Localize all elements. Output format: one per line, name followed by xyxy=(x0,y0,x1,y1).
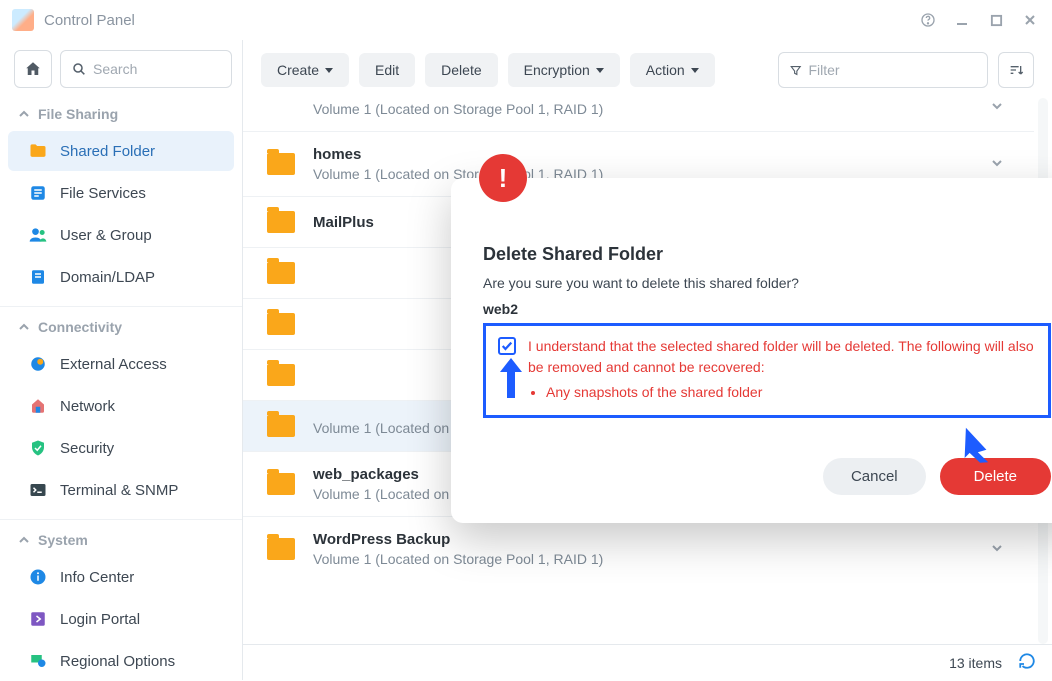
encryption-button[interactable]: Encryption xyxy=(508,53,620,87)
action-button[interactable]: Action xyxy=(630,53,715,87)
login-portal-icon xyxy=(28,609,48,629)
dialog-title: Delete Shared Folder xyxy=(483,244,1051,265)
folder-icon xyxy=(28,141,48,161)
terminal-icon xyxy=(28,480,48,500)
domain-ldap-icon xyxy=(28,267,48,287)
sidebar-item-label: Terminal & SNMP xyxy=(60,482,178,499)
table-row[interactable]: WordPress Backup Volume 1 (Located on Sto… xyxy=(243,516,1034,581)
folder-location: Volume 1 (Located on Storage Pool 1, RAI… xyxy=(313,101,990,117)
sidebar-item-label: Domain/LDAP xyxy=(60,269,155,286)
table-row[interactable]: Volume 1 (Located on Storage Pool 1, RAI… xyxy=(243,98,1034,131)
sidebar-item-shared-folder[interactable]: Shared Folder xyxy=(8,131,234,171)
sidebar-item-external-access[interactable]: External Access xyxy=(8,344,234,384)
chevron-down-icon[interactable] xyxy=(990,541,1004,558)
filter-input[interactable] xyxy=(808,62,977,78)
toolbar: Create Edit Delete Encryption Action xyxy=(243,40,1052,98)
refresh-button[interactable] xyxy=(1018,652,1036,673)
statusbar: 13 items xyxy=(243,644,1052,680)
folder-icon xyxy=(267,473,295,495)
home-icon xyxy=(24,60,42,78)
annotation-arrow-icon xyxy=(954,421,1001,470)
sidebar-item-label: Regional Options xyxy=(60,653,175,670)
sidebar-search-input[interactable] xyxy=(93,61,221,77)
chevron-up-icon xyxy=(18,534,30,546)
sidebar-item-login-portal[interactable]: Login Portal xyxy=(8,599,234,639)
folder-icon xyxy=(267,415,295,437)
sidebar-item-domain-ldap[interactable]: Domain/LDAP xyxy=(8,257,234,297)
file-services-icon xyxy=(28,183,48,203)
folder-location: Volume 1 (Located on Storage Pool 1, RAI… xyxy=(313,551,990,567)
minimize-button[interactable] xyxy=(952,10,972,30)
chevron-up-icon xyxy=(18,108,30,120)
sidebar-item-file-services[interactable]: File Services xyxy=(8,173,234,213)
sidebar-item-network[interactable]: Network xyxy=(8,386,234,426)
delete-button[interactable]: Delete xyxy=(425,53,497,87)
alert-icon: ! xyxy=(479,154,527,202)
network-icon xyxy=(28,396,48,416)
titlebar: Control Panel xyxy=(0,0,1052,40)
help-button[interactable] xyxy=(918,10,938,30)
chevron-down-icon[interactable] xyxy=(990,99,1004,116)
refresh-icon xyxy=(1018,652,1036,670)
folder-icon xyxy=(267,153,295,175)
sidebar-item-regional-options[interactable]: Regional Options xyxy=(8,641,234,681)
confirm-text: I understand that the selected shared fo… xyxy=(528,336,1036,403)
delete-confirm-dialog: ! Delete Shared Folder Are you sure you … xyxy=(451,178,1052,523)
regional-icon xyxy=(28,651,48,671)
folder-icon xyxy=(267,211,295,233)
caret-down-icon xyxy=(325,68,333,73)
info-icon xyxy=(28,567,48,587)
item-count: 13 items xyxy=(949,655,1002,671)
understand-checkbox[interactable] xyxy=(498,337,516,355)
group-file-sharing[interactable]: File Sharing xyxy=(0,98,242,130)
caret-down-icon xyxy=(691,68,699,73)
sidebar-item-label: Info Center xyxy=(60,569,134,586)
sidebar-item-label: Network xyxy=(60,398,115,415)
chevron-up-icon xyxy=(18,321,30,333)
folder-name: homes xyxy=(313,146,990,163)
sidebar-item-user-group[interactable]: User & Group xyxy=(8,215,234,255)
group-connectivity[interactable]: Connectivity xyxy=(0,311,242,343)
maximize-button[interactable] xyxy=(986,10,1006,30)
shield-icon xyxy=(28,438,48,458)
folder-icon xyxy=(267,313,295,335)
dialog-prompt: Are you sure you want to delete this sha… xyxy=(483,275,1051,291)
sidebar-item-label: External Access xyxy=(60,356,167,373)
main-area: Create Edit Delete Encryption Action Vol… xyxy=(243,40,1052,680)
search-icon xyxy=(71,61,87,77)
sort-button[interactable] xyxy=(998,52,1034,88)
folder-icon xyxy=(267,262,295,284)
close-button[interactable] xyxy=(1020,10,1040,30)
folder-icon xyxy=(267,538,295,560)
sidebar-item-label: File Services xyxy=(60,185,146,202)
sidebar-search[interactable] xyxy=(60,50,232,88)
funnel-icon xyxy=(789,63,802,78)
dialog-target: web2 xyxy=(483,301,1051,317)
create-button[interactable]: Create xyxy=(261,53,349,87)
sidebar-item-info-center[interactable]: Info Center xyxy=(8,557,234,597)
user-group-icon xyxy=(28,225,48,245)
app-logo-icon xyxy=(12,9,34,31)
group-system[interactable]: System xyxy=(0,524,242,556)
sidebar-item-security[interactable]: Security xyxy=(8,428,234,468)
filter-box[interactable] xyxy=(778,52,988,88)
confirm-box: I understand that the selected shared fo… xyxy=(483,323,1051,418)
sidebar-item-terminal-snmp[interactable]: Terminal & SNMP xyxy=(8,470,234,510)
sort-icon xyxy=(1008,62,1024,78)
folder-name: WordPress Backup xyxy=(313,531,990,548)
sidebar: File Sharing Shared Folder File Services… xyxy=(0,40,243,680)
annotation-arrow-up-icon xyxy=(498,354,524,403)
sidebar-item-label: Security xyxy=(60,440,114,457)
chevron-down-icon[interactable] xyxy=(990,156,1004,173)
sidebar-item-label: Shared Folder xyxy=(60,143,155,160)
cancel-button[interactable]: Cancel xyxy=(823,458,926,495)
window-title: Control Panel xyxy=(44,12,135,29)
sidebar-item-label: User & Group xyxy=(60,227,152,244)
edit-button[interactable]: Edit xyxy=(359,53,415,87)
caret-down-icon xyxy=(596,68,604,73)
external-access-icon xyxy=(28,354,48,374)
sidebar-item-label: Login Portal xyxy=(60,611,140,628)
folder-icon xyxy=(267,364,295,386)
home-button[interactable] xyxy=(14,50,52,88)
